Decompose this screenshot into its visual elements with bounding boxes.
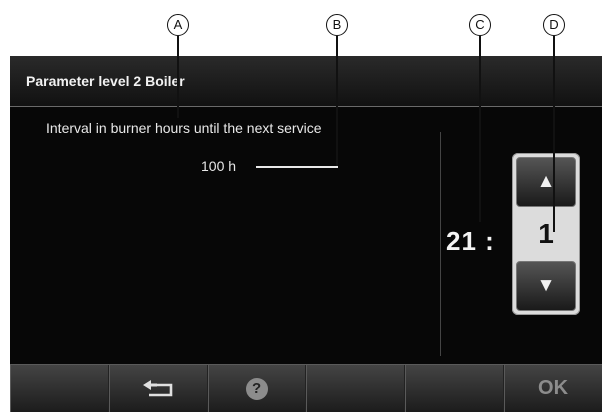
parameter-value: 100 h xyxy=(201,158,237,174)
bottom-toolbar: ? OK xyxy=(10,364,602,412)
help-icon: ? xyxy=(245,377,268,400)
stepper-value: 1 xyxy=(538,218,554,249)
toolbar-blank-button-2[interactable] xyxy=(306,365,406,412)
title-bar: Parameter level 2 Boiler xyxy=(10,56,602,107)
arrow-down-icon: ▼ xyxy=(536,275,556,296)
callout-c: C xyxy=(469,14,491,36)
help-button[interactable]: ? xyxy=(208,365,307,412)
callout-b-leader-horizontal xyxy=(256,166,338,168)
parameter-description: Interval in burner hours until the next … xyxy=(46,120,322,136)
callout-c-leader xyxy=(479,36,481,222)
callout-a-leader xyxy=(177,36,179,118)
callout-b: B xyxy=(326,14,348,36)
step-down-button[interactable]: ▼ xyxy=(516,261,576,311)
callout-b-leader-vertical xyxy=(336,36,338,167)
parameter-number: 21 : xyxy=(446,226,495,256)
callout-d: D xyxy=(543,14,565,36)
step-up-button[interactable]: ▲ xyxy=(516,157,576,207)
value-stepper: ▲ 1 ▼ xyxy=(512,153,580,315)
toolbar-blank-button-1[interactable] xyxy=(10,365,109,412)
back-button[interactable] xyxy=(109,365,208,412)
back-arrow-icon xyxy=(142,379,173,396)
device-screen: Parameter level 2 Boiler Interval in bur… xyxy=(10,56,602,412)
callout-d-leader xyxy=(553,36,555,232)
callout-a: A xyxy=(167,14,189,36)
ok-label: OK xyxy=(538,377,569,399)
page-title: Parameter level 2 Boiler xyxy=(26,73,185,89)
vertical-divider xyxy=(440,132,441,356)
ok-button[interactable]: OK xyxy=(504,365,602,412)
toolbar-blank-button-3[interactable] xyxy=(405,365,505,412)
